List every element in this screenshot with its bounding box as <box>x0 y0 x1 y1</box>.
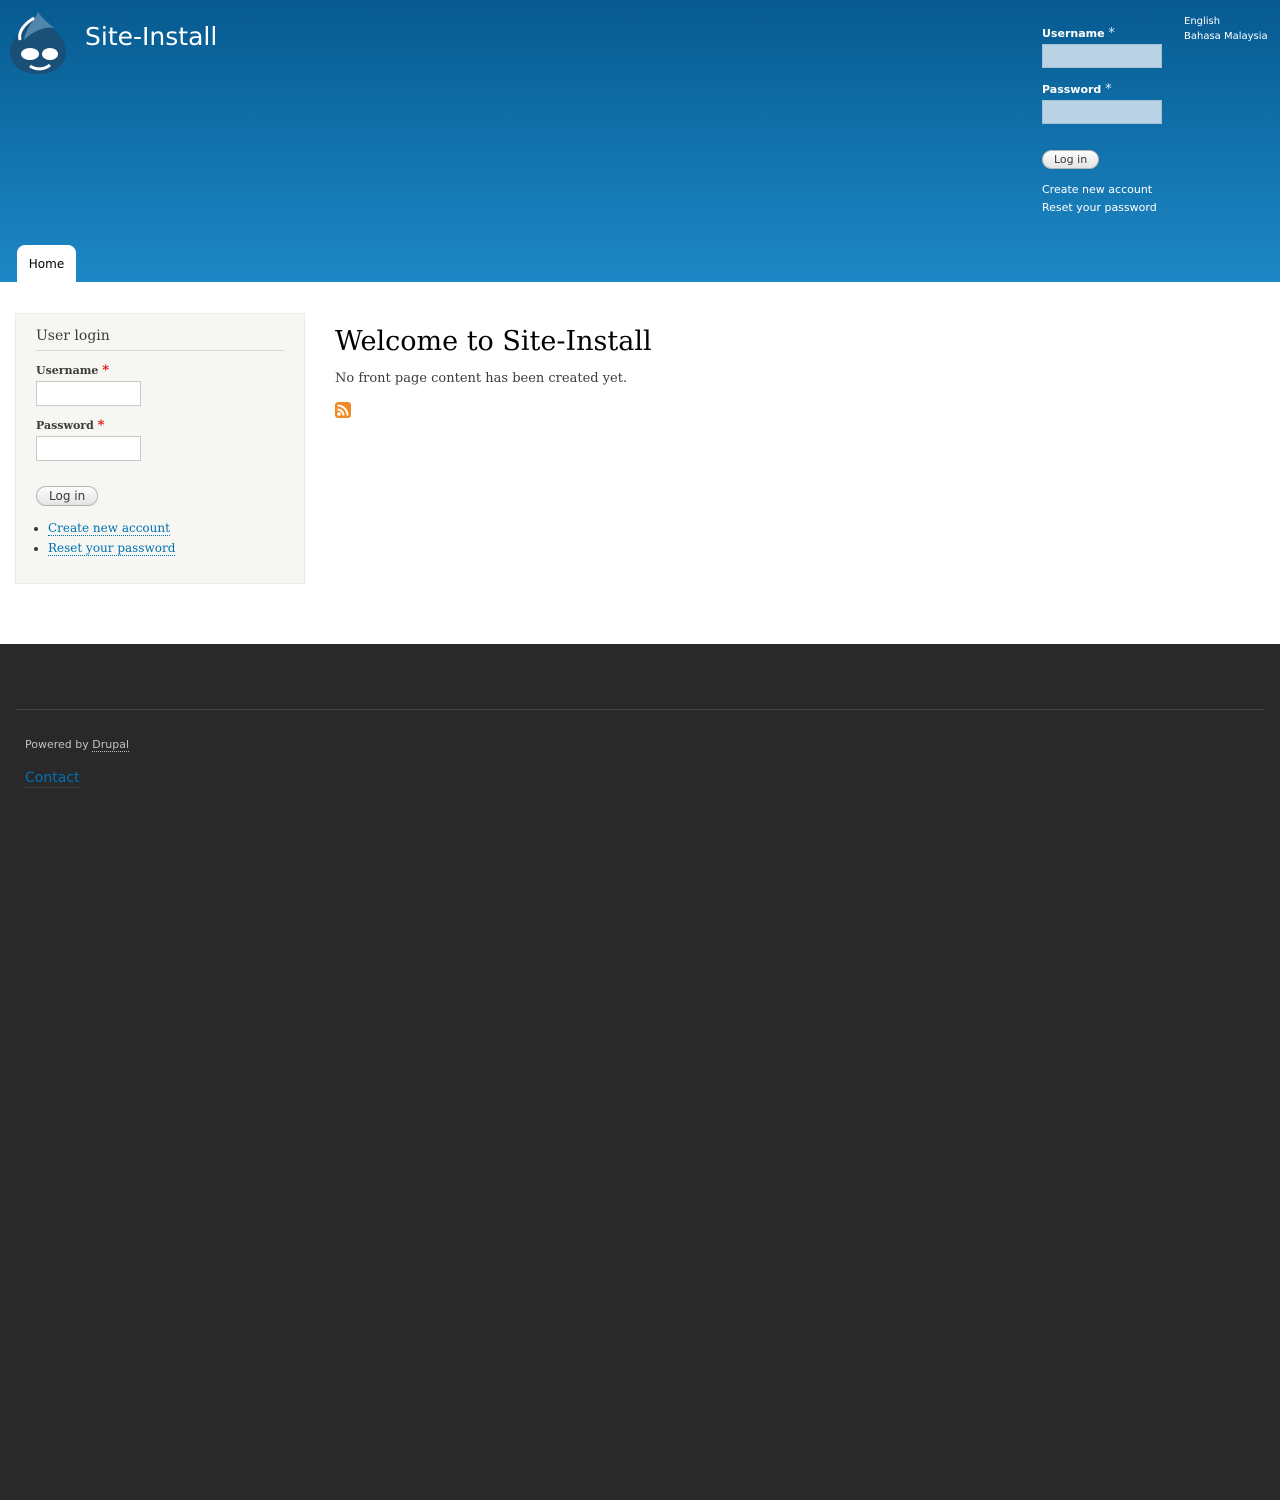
tab-home[interactable]: Home <box>17 245 76 282</box>
required-marker: * <box>97 418 105 433</box>
reset-password-link[interactable]: Reset your password <box>48 541 176 556</box>
header-login-links: Create new account Reset your password <box>1042 181 1172 217</box>
footer-divider <box>15 709 1265 710</box>
language-english-link[interactable]: English <box>1184 14 1268 29</box>
language-malay-link[interactable]: Bahasa Malaysia <box>1184 29 1268 44</box>
sidebar-password-input[interactable] <box>36 436 141 461</box>
sidebar-login-button[interactable]: Log in <box>36 486 99 506</box>
user-login-block: User login Username * Password * Log in … <box>15 313 305 584</box>
header-password-label: Password * <box>1042 82 1112 97</box>
contact-link[interactable]: Contact <box>25 770 80 788</box>
drupal-link[interactable]: Drupal <box>92 738 130 752</box>
sidebar-username-input[interactable] <box>36 381 141 406</box>
header-login-form: Username * Password * Log in Create new … <box>1042 26 1172 217</box>
site-header: Site-Install Username * Password * Log i… <box>0 0 1280 282</box>
site-name[interactable]: Site-Install <box>85 22 217 51</box>
main-content: Welcome to Site-Install No front page co… <box>335 326 652 418</box>
create-account-link[interactable]: Create new account <box>48 521 170 536</box>
required-marker: * <box>1108 26 1115 41</box>
header-username-label: Username * <box>1042 26 1115 41</box>
required-marker: * <box>1105 82 1112 97</box>
main-area: User login Username * Password * Log in … <box>0 282 1280 644</box>
drupal-drop-icon[interactable] <box>8 10 68 76</box>
powered-by: Powered by Drupal <box>25 738 130 752</box>
empty-front-page-message: No front page content has been created y… <box>335 371 628 386</box>
header-password-input[interactable] <box>1042 100 1162 124</box>
rss-feed-icon[interactable] <box>335 402 351 418</box>
sidebar-username-label: Username * <box>36 363 109 378</box>
site-footer: Powered by Drupal Contact <box>0 644 1280 1500</box>
header-username-input[interactable] <box>1042 44 1162 68</box>
required-marker: * <box>102 363 109 378</box>
sidebar-password-label: Password * <box>36 418 105 433</box>
header-create-account-link[interactable]: Create new account <box>1042 181 1172 199</box>
list-item: Create new account <box>48 518 284 538</box>
language-switcher: English Bahasa Malaysia <box>1184 14 1268 44</box>
list-item: Reset your password <box>48 538 284 558</box>
header-login-button[interactable]: Log in <box>1042 150 1100 169</box>
header-reset-password-link[interactable]: Reset your password <box>1042 199 1172 217</box>
sidebar-links: Create new account Reset your password <box>36 518 284 558</box>
block-title: User login <box>36 328 284 351</box>
page-title: Welcome to Site-Install <box>335 326 652 357</box>
